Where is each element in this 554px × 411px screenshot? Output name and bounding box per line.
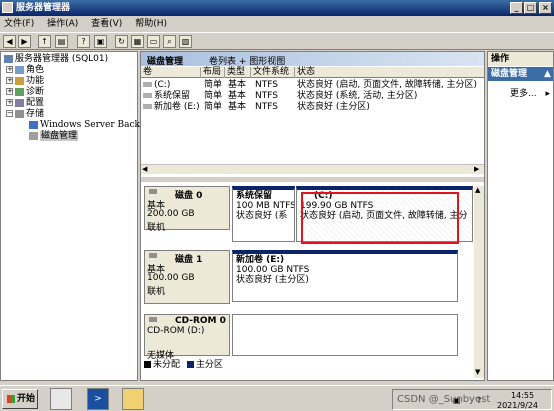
windows-logo-icon xyxy=(7,394,15,403)
refresh-icon[interactable]: ↻ xyxy=(115,35,128,48)
scroll-down-icon[interactable]: ▼ xyxy=(475,368,480,376)
scroll-right-icon[interactable]: ▶ xyxy=(474,165,479,173)
clock-time[interactable]: 14:55 xyxy=(511,391,534,400)
up-folder-icon[interactable]: ↑ xyxy=(38,35,51,48)
pane-title: 磁盘管理 xyxy=(147,57,184,67)
start-button[interactable]: 开始 xyxy=(2,389,38,409)
tree-item-configuration[interactable]: + 配置 xyxy=(6,98,44,108)
pane-header: 磁盘管理 卷列表 + 图形视图 xyxy=(141,52,484,67)
cdrom-icon xyxy=(149,317,157,322)
maximize-button[interactable]: □ xyxy=(524,2,537,14)
actions-pane: 操作 磁盘管理 ▲ 更多... ▸ xyxy=(487,51,554,381)
system-tray: CSDN @_Sunbyest ▣ ? 14:55 2021/9/24 xyxy=(392,389,552,410)
network-icon[interactable]: ▣ xyxy=(453,396,461,405)
actions-section-disk-management[interactable]: 磁盘管理 ▲ xyxy=(488,67,553,81)
table-row[interactable]: 新加卷 (E:) 简单 基本 NTFS 状态良好 (主分区) xyxy=(143,102,483,112)
server-manager-icon xyxy=(2,2,13,13)
menu-view[interactable]: 查看(V) xyxy=(91,19,122,29)
expand-icon[interactable]: + xyxy=(6,99,13,106)
volume-icon xyxy=(143,104,152,109)
backup-icon xyxy=(29,120,38,129)
volume-icon xyxy=(143,82,152,87)
table-row[interactable]: 系统保留 简单 基本 NTFS 状态良好 (系统, 活动, 主分区) xyxy=(143,91,483,101)
window-title: 服务器管理器 xyxy=(16,3,71,13)
actions-header: 操作 xyxy=(488,52,553,66)
open-folder-icon[interactable]: ▭ xyxy=(147,35,160,48)
view-mode[interactable]: 卷列表 + 图形视图 xyxy=(209,54,285,67)
configuration-icon xyxy=(15,98,24,107)
back-icon[interactable]: ◀ xyxy=(3,35,16,48)
properties-icon[interactable]: ▦ xyxy=(131,35,144,48)
legend-unallocated-swatch xyxy=(144,361,151,368)
action-more[interactable]: 更多... ▸ xyxy=(510,86,550,99)
disk-icon xyxy=(149,189,157,194)
disk-0-info[interactable]: 磁盘 0 基本 200.00 GB 联机 xyxy=(144,186,230,233)
splitter[interactable] xyxy=(141,177,484,182)
expand-icon[interactable]: + xyxy=(6,88,13,95)
view-icon[interactable]: ▧ xyxy=(179,35,192,48)
scroll-up-icon[interactable]: ▲ xyxy=(475,186,480,194)
menu-bar: 文件(F) 操作(A) 查看(V) 帮助(H) xyxy=(0,16,554,32)
partition-system-reserved[interactable]: 系统保留 100 MB NTFS 状态良好 (系 xyxy=(232,186,295,242)
tree-item-windows-server-backup[interactable]: Windows Server Backup xyxy=(29,120,152,130)
menu-action[interactable]: 操作(A) xyxy=(47,19,78,29)
disk-management-icon xyxy=(29,131,38,140)
volume-icon xyxy=(143,93,152,98)
cdrom-media-area xyxy=(232,314,458,356)
forward-icon[interactable]: ▶ xyxy=(18,35,31,48)
search-icon[interactable]: ⌕ xyxy=(163,35,176,48)
server-manager-taskbar-icon[interactable] xyxy=(50,388,72,410)
submenu-arrow-icon: ▸ xyxy=(545,89,550,99)
close-button[interactable]: × xyxy=(539,2,552,14)
column-type[interactable]: 类型 xyxy=(225,67,251,78)
table-row[interactable]: (C:) 简单 基本 NTFS 状态良好 (启动, 页面文件, 故障转储, 主分… xyxy=(143,80,483,90)
explorer-icon[interactable] xyxy=(122,388,144,410)
tree-item-features[interactable]: + 功能 xyxy=(6,76,44,86)
tree-item-disk-management[interactable]: 磁盘管理 xyxy=(29,131,79,141)
help-icon[interactable]: ? xyxy=(77,35,90,48)
server-icon xyxy=(4,54,13,63)
collapse-icon[interactable]: − xyxy=(6,110,13,117)
legend-primary-swatch xyxy=(186,361,194,368)
horizontal-scrollbar[interactable]: ◀ ▶ xyxy=(141,164,484,174)
navigation-tree: 服务器管理器 (SQL01) + 角色 + 功能 + 诊断 + 配置 − 存储 Windo… xyxy=(0,51,152,381)
partition-e[interactable]: 新加卷 (E:) 100.00 GB NTFS 状态良好 (主分区) xyxy=(232,250,458,302)
tree-item-diagnostics[interactable]: + 诊断 xyxy=(6,87,44,97)
scroll-left-icon[interactable]: ◀ xyxy=(142,165,147,173)
menu-file[interactable]: 文件(F) xyxy=(4,19,34,29)
legend: 未分配 主分区 xyxy=(144,360,223,370)
roles-icon xyxy=(15,65,24,74)
collapse-arrow-icon: ▲ xyxy=(544,69,551,79)
vertical-scrollbar[interactable]: ▲ ▼ xyxy=(474,186,484,378)
expand-icon[interactable]: + xyxy=(6,66,13,73)
toolbar: ◀ ▶ ↑ ▤ ? ▣ ↻ ▦ ▭ ⌕ ▧ xyxy=(0,32,554,50)
powershell-icon[interactable]: > xyxy=(87,388,109,410)
highlight-annotation xyxy=(301,192,459,244)
column-status[interactable]: 状态 xyxy=(295,67,484,78)
tree-item-storage[interactable]: − 存储 xyxy=(6,109,44,119)
column-volume[interactable]: 卷 xyxy=(141,67,201,78)
console-icon[interactable]: ▣ xyxy=(94,35,107,48)
taskbar: 开始 > CSDN @_Sunbyest ▣ ? 14:55 2021/9/24 xyxy=(0,385,554,411)
column-filesystem[interactable]: 文件系统 xyxy=(251,67,295,78)
expand-icon[interactable]: + xyxy=(6,77,13,84)
minimize-button[interactable]: _ xyxy=(510,2,523,14)
volume-list-header: 卷 布局 类型 文件系统 状态 xyxy=(141,67,484,78)
column-layout[interactable]: 布局 xyxy=(201,67,225,78)
clock-date[interactable]: 2021/9/24 xyxy=(497,401,538,410)
tree-item-server[interactable]: 服务器管理器 (SQL01) xyxy=(4,54,108,64)
help-tray-icon[interactable]: ? xyxy=(477,396,481,405)
title-bar: 服务器管理器 _ □ × xyxy=(0,0,554,16)
features-icon xyxy=(15,76,24,85)
disk-icon xyxy=(149,253,157,258)
disk-1-info[interactable]: 磁盘 1 基本 100.00 GB 联机 xyxy=(144,250,230,304)
storage-icon xyxy=(15,109,24,118)
diagnostics-icon xyxy=(15,87,24,96)
menu-help[interactable]: 帮助(H) xyxy=(135,19,167,29)
tree-item-roles[interactable]: + 角色 xyxy=(6,65,44,75)
show-hide-tree-icon[interactable]: ▤ xyxy=(55,35,68,48)
cdrom-0-info[interactable]: CD-ROM 0 CD-ROM (D:) 无媒体 xyxy=(144,314,230,361)
